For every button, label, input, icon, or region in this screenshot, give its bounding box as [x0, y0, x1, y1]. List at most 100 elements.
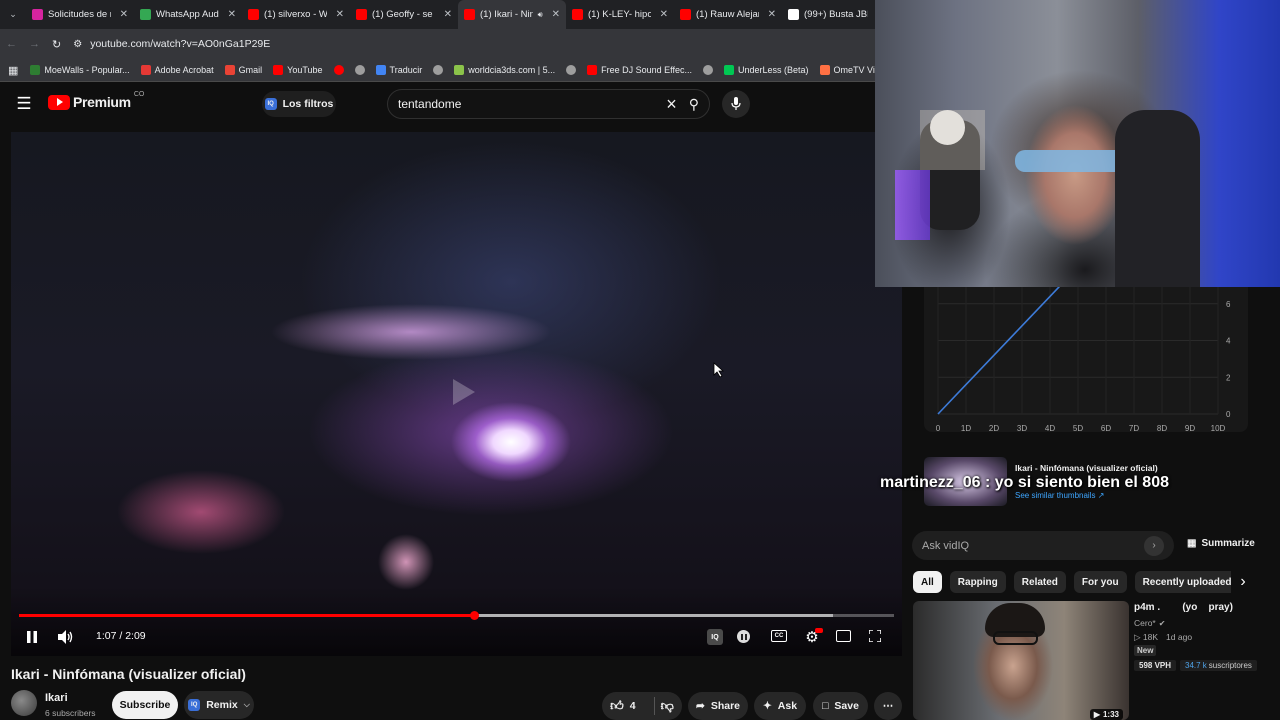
- browser-tab[interactable]: (1) K-LEY- hipocr ✕: [566, 0, 674, 29]
- filter-chip[interactable]: Recently uploaded: [1134, 571, 1231, 593]
- fullscreen-icon[interactable]: [868, 629, 882, 643]
- bookmark-item[interactable]: UnderLess (Beta): [724, 65, 809, 75]
- apps-grid-icon[interactable]: ▦: [8, 64, 18, 77]
- tab-title: (1) silverxo - Wei: [264, 9, 327, 20]
- chart-x-tick: 0: [936, 424, 941, 432]
- browser-tab[interactable]: WhatsApp Audio ✕: [134, 0, 242, 29]
- chart-y-tick: 6: [1226, 300, 1231, 309]
- browser-tab[interactable]: (99+) Busta JBL (: [782, 0, 874, 29]
- filter-chip[interactable]: All: [913, 571, 942, 593]
- summarize-button[interactable]: ▦ Summarize: [1187, 538, 1255, 549]
- reload-icon[interactable]: ↻: [52, 38, 61, 51]
- browser-tab[interactable]: (1) silverxo - Wei ✕: [242, 0, 350, 29]
- like-icon[interactable]: 👍︎: [610, 698, 624, 714]
- bookmark-favicon-icon: [433, 65, 444, 75]
- autoplay-pause-icon[interactable]: [737, 630, 750, 643]
- search-icon[interactable]: ⚲: [689, 96, 699, 113]
- views-play-icon: ▷: [1134, 632, 1141, 642]
- chips-next-icon[interactable]: ›: [1234, 572, 1252, 592]
- bookmark-item[interactable]: Adobe Acrobat: [140, 65, 214, 75]
- bookmark-item[interactable]: Gmail: [224, 65, 262, 75]
- save-button[interactable]: □ Save: [813, 692, 868, 720]
- tab-close-icon[interactable]: ✕: [444, 9, 452, 20]
- tab-title: (1) K-LEY- hipocr: [588, 9, 651, 20]
- browser-tab[interactable]: Solicitudes de me ✕: [26, 0, 134, 29]
- ask-button[interactable]: ✦ Ask: [754, 692, 806, 720]
- recommended-title[interactable]: p4m . (yo pray): [1134, 602, 1233, 613]
- bookmark-item[interactable]: [703, 65, 713, 75]
- tab-close-icon[interactable]: ✕: [552, 9, 560, 20]
- recommended-thumbnail[interactable]: ▶ 1:33: [913, 601, 1129, 720]
- controls-gradient: [11, 586, 902, 656]
- chart-x-tick: 10D: [1211, 424, 1226, 432]
- progress-scrubber[interactable]: [470, 611, 479, 620]
- filters-button[interactable]: IQ Los filtros: [262, 91, 336, 117]
- see-similar-thumbnails-link[interactable]: See similar thumbnails ↗: [1015, 491, 1104, 500]
- tab-close-icon[interactable]: ✕: [336, 9, 344, 20]
- search-input[interactable]: tentandome × ⚲: [387, 89, 710, 119]
- volume-icon[interactable]: [57, 628, 75, 646]
- share-button[interactable]: ➦ Share: [688, 692, 748, 720]
- video-title: Ikari - Ninfómana (visualizer oficial): [11, 666, 246, 682]
- recommended-channel[interactable]: Cero* ✔: [1134, 618, 1165, 628]
- hamburger-menu-icon[interactable]: ☰: [14, 94, 34, 114]
- tab-close-icon[interactable]: ✕: [120, 9, 128, 20]
- tab-favicon-icon: [32, 9, 43, 20]
- browser-tab[interactable]: (1) Ikari - Nin 🔊︎ ✕: [458, 0, 566, 29]
- tab-close-icon[interactable]: ✕: [660, 9, 668, 20]
- bookmark-list: MoeWalls - Popular... Adobe Acrobat Gmail Y…: [30, 65, 875, 75]
- verified-icon: ✔: [1158, 618, 1166, 628]
- ask-vidiq-input[interactable]: Ask vidIQ ›: [912, 531, 1174, 560]
- site-info-icon[interactable]: ⚙: [73, 39, 82, 50]
- bookmark-item[interactable]: [333, 65, 344, 75]
- tab-search-icon[interactable]: ⌄: [0, 0, 26, 29]
- bookmark-item[interactable]: [354, 65, 365, 75]
- url-text[interactable]: youtube.com/watch?v=AO0nGa1P29E: [90, 38, 270, 50]
- tab-close-icon[interactable]: ✕: [768, 9, 776, 20]
- subscribe-button[interactable]: Subscribe: [112, 691, 178, 719]
- bookmark-item[interactable]: worldcia3ds.com | 5...: [454, 65, 555, 75]
- voice-search-icon[interactable]: [722, 90, 750, 118]
- bookmark-favicon-icon: [724, 65, 734, 75]
- more-actions-icon[interactable]: ⋯: [874, 692, 902, 720]
- browser-tab[interactable]: (1) Geoffy - se ha ✕: [350, 0, 458, 29]
- theater-mode-icon[interactable]: [836, 630, 851, 642]
- filter-chip[interactable]: For you: [1073, 571, 1127, 593]
- bookmark-item[interactable]: Free DJ Sound Effec...: [587, 65, 692, 75]
- tab-close-icon[interactable]: ✕: [228, 9, 236, 20]
- browser-tab[interactable]: (1) Rauw Alejand ✕: [674, 0, 782, 29]
- subscribers-badge: 34.7 k suscriptores: [1180, 660, 1257, 671]
- youtube-logo[interactable]: Premium CO: [48, 91, 144, 110]
- settings-gear-icon[interactable]: ⚙: [803, 628, 823, 646]
- bookmark-item[interactable]: [566, 65, 577, 75]
- pause-icon[interactable]: [24, 628, 40, 646]
- bookmark-label: Traducir: [389, 65, 423, 75]
- send-arrow-icon[interactable]: ›: [1144, 535, 1164, 556]
- bookmark-favicon-icon: [566, 65, 577, 75]
- bookmark-item[interactable]: Traducir: [375, 65, 423, 75]
- clear-search-icon[interactable]: ×: [666, 94, 677, 115]
- channel-avatar[interactable]: [11, 690, 37, 716]
- rec-age: 1d ago: [1166, 632, 1193, 642]
- omnibox[interactable]: ⚙ youtube.com/watch?v=AO0nGa1P29E: [73, 33, 875, 55]
- forward-icon[interactable]: →: [29, 38, 40, 50]
- subtitles-icon[interactable]: CC: [771, 630, 787, 642]
- bookmark-item[interactable]: [433, 65, 444, 75]
- chart-x-tick: 1D: [961, 424, 971, 432]
- bookmark-item[interactable]: MoeWalls - Popular...: [30, 65, 130, 75]
- remix-button[interactable]: IQ Remix ⌵: [184, 691, 254, 719]
- tab-audio-icon[interactable]: 🔊︎: [538, 10, 543, 20]
- bookmark-label: worldcia3ds.com | 5...: [468, 65, 556, 75]
- vidiq-player-icon[interactable]: IQ: [707, 629, 723, 645]
- bookmark-favicon-icon: [587, 65, 598, 75]
- filter-chip[interactable]: Rapping: [949, 571, 1006, 593]
- bookmark-item[interactable]: YouTube: [273, 65, 323, 75]
- back-icon[interactable]: ←: [6, 38, 17, 50]
- vidiq-remix-icon: IQ: [188, 699, 201, 711]
- ask-label: Ask: [777, 700, 798, 712]
- filter-chip[interactable]: Related: [1013, 571, 1066, 593]
- channel-name[interactable]: Ikari: [45, 692, 68, 704]
- bookmark-item[interactable]: OmeTV Video Chat...: [819, 65, 875, 75]
- dislike-icon[interactable]: 👎︎: [661, 698, 674, 714]
- video-player[interactable]: [11, 132, 902, 656]
